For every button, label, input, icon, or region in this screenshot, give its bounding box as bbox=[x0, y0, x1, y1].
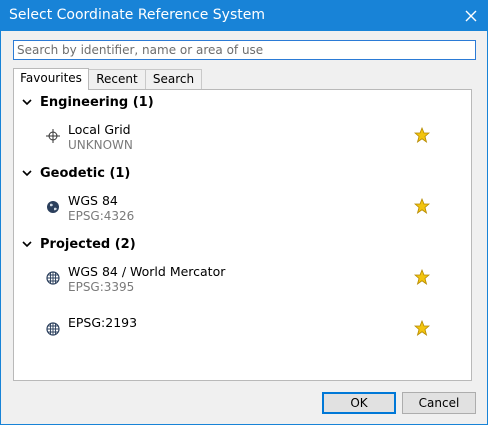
group-label: Geodetic (1) bbox=[40, 165, 131, 181]
list-item-wgs84[interactable]: WGS 84 EPSG:4326 bbox=[46, 193, 456, 233]
crosshair-icon bbox=[46, 129, 60, 143]
tab-favourites[interactable]: Favourites bbox=[13, 68, 89, 90]
dialog-window: Select Coordinate Reference System Favou… bbox=[0, 0, 488, 425]
list-item-local-grid[interactable]: Local Grid UNKNOWN bbox=[46, 122, 456, 162]
item-name: WGS 84 / World Mercator bbox=[68, 264, 226, 279]
window-title: Select Coordinate Reference System bbox=[9, 7, 265, 23]
favourite-star-icon[interactable] bbox=[414, 320, 430, 336]
item-code: EPSG:4326 bbox=[68, 209, 135, 223]
search-input[interactable] bbox=[13, 40, 476, 60]
item-code: EPSG:3395 bbox=[68, 280, 135, 294]
list-item-world-mercator[interactable]: WGS 84 / World Mercator EPSG:3395 bbox=[46, 264, 456, 304]
chevron-down-icon bbox=[22, 99, 32, 106]
favourite-star-icon[interactable] bbox=[414, 269, 430, 285]
globe-icon bbox=[47, 201, 59, 213]
group-label: Engineering (1) bbox=[40, 94, 154, 110]
item-name: WGS 84 bbox=[68, 193, 118, 208]
item-code: UNKNOWN bbox=[68, 138, 133, 152]
favourite-star-icon[interactable] bbox=[414, 127, 430, 143]
chevron-down-icon bbox=[22, 241, 32, 248]
group-label: Projected (2) bbox=[40, 236, 136, 252]
tab-search[interactable]: Search bbox=[145, 69, 202, 89]
close-button[interactable] bbox=[459, 4, 483, 28]
favourites-list: Engineering (1) Local Grid UNKNOWN Geode… bbox=[13, 89, 472, 381]
tab-recent[interactable]: Recent bbox=[88, 69, 146, 89]
group-engineering[interactable]: Engineering (1) bbox=[20, 92, 154, 112]
item-name: EPSG:2193 bbox=[68, 315, 138, 330]
group-geodetic[interactable]: Geodetic (1) bbox=[20, 163, 130, 183]
grid-globe-icon bbox=[46, 271, 60, 285]
close-icon bbox=[465, 10, 477, 22]
title-bar[interactable]: Select Coordinate Reference System bbox=[1, 1, 487, 31]
grid-globe-icon bbox=[46, 322, 60, 336]
group-projected[interactable]: Projected (2) bbox=[20, 234, 136, 254]
ok-button[interactable]: OK bbox=[322, 392, 396, 414]
chevron-down-icon bbox=[22, 170, 32, 177]
cancel-button[interactable]: Cancel bbox=[402, 392, 476, 414]
list-item-epsg2193[interactable]: EPSG:2193 bbox=[46, 315, 456, 355]
item-name: Local Grid bbox=[68, 122, 131, 137]
favourite-star-icon[interactable] bbox=[414, 198, 430, 214]
